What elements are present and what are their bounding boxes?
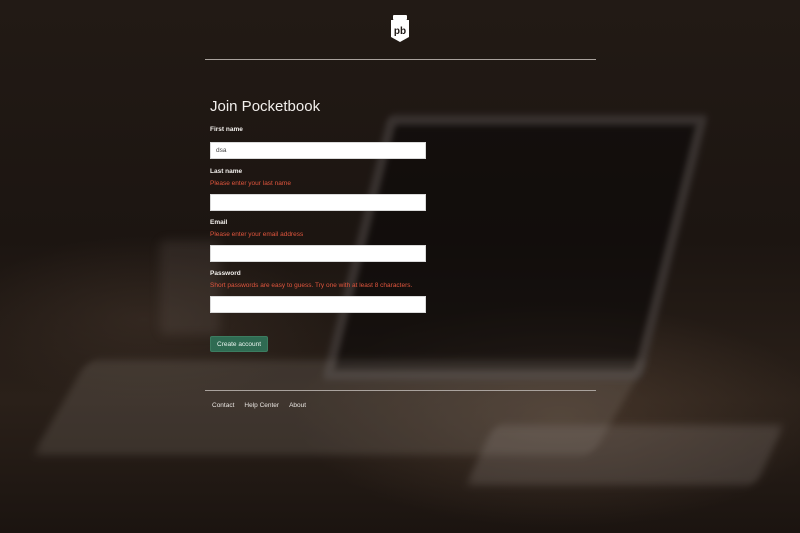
email-input[interactable] — [210, 245, 426, 262]
password-input[interactable] — [210, 296, 426, 313]
footer-link-contact[interactable]: Contact — [212, 402, 234, 409]
password-label: Password — [210, 270, 241, 277]
email-error: Please enter your email address — [210, 231, 304, 238]
last-name-input[interactable] — [210, 194, 426, 211]
background-phone — [466, 425, 784, 485]
page-title: Join Pocketbook — [210, 98, 321, 115]
last-name-error: Please enter your last name — [210, 180, 291, 187]
create-account-button[interactable]: Create account — [210, 336, 269, 352]
header-divider — [205, 59, 596, 60]
password-error: Short passwords are easy to guess. Try o… — [210, 282, 413, 289]
last-name-label: Last name — [210, 168, 243, 175]
first-name-input[interactable] — [210, 142, 426, 159]
pocketbook-logo-icon[interactable]: pb — [389, 15, 411, 43]
footer-link-about[interactable]: About — [289, 402, 306, 409]
first-name-label: First name — [210, 126, 243, 133]
email-label: Email — [210, 219, 228, 226]
footer-divider — [205, 390, 596, 391]
footer-nav: Contact Help Center About — [212, 402, 306, 409]
logo-text: pb — [394, 26, 406, 37]
footer-link-help-center[interactable]: Help Center — [244, 402, 279, 409]
